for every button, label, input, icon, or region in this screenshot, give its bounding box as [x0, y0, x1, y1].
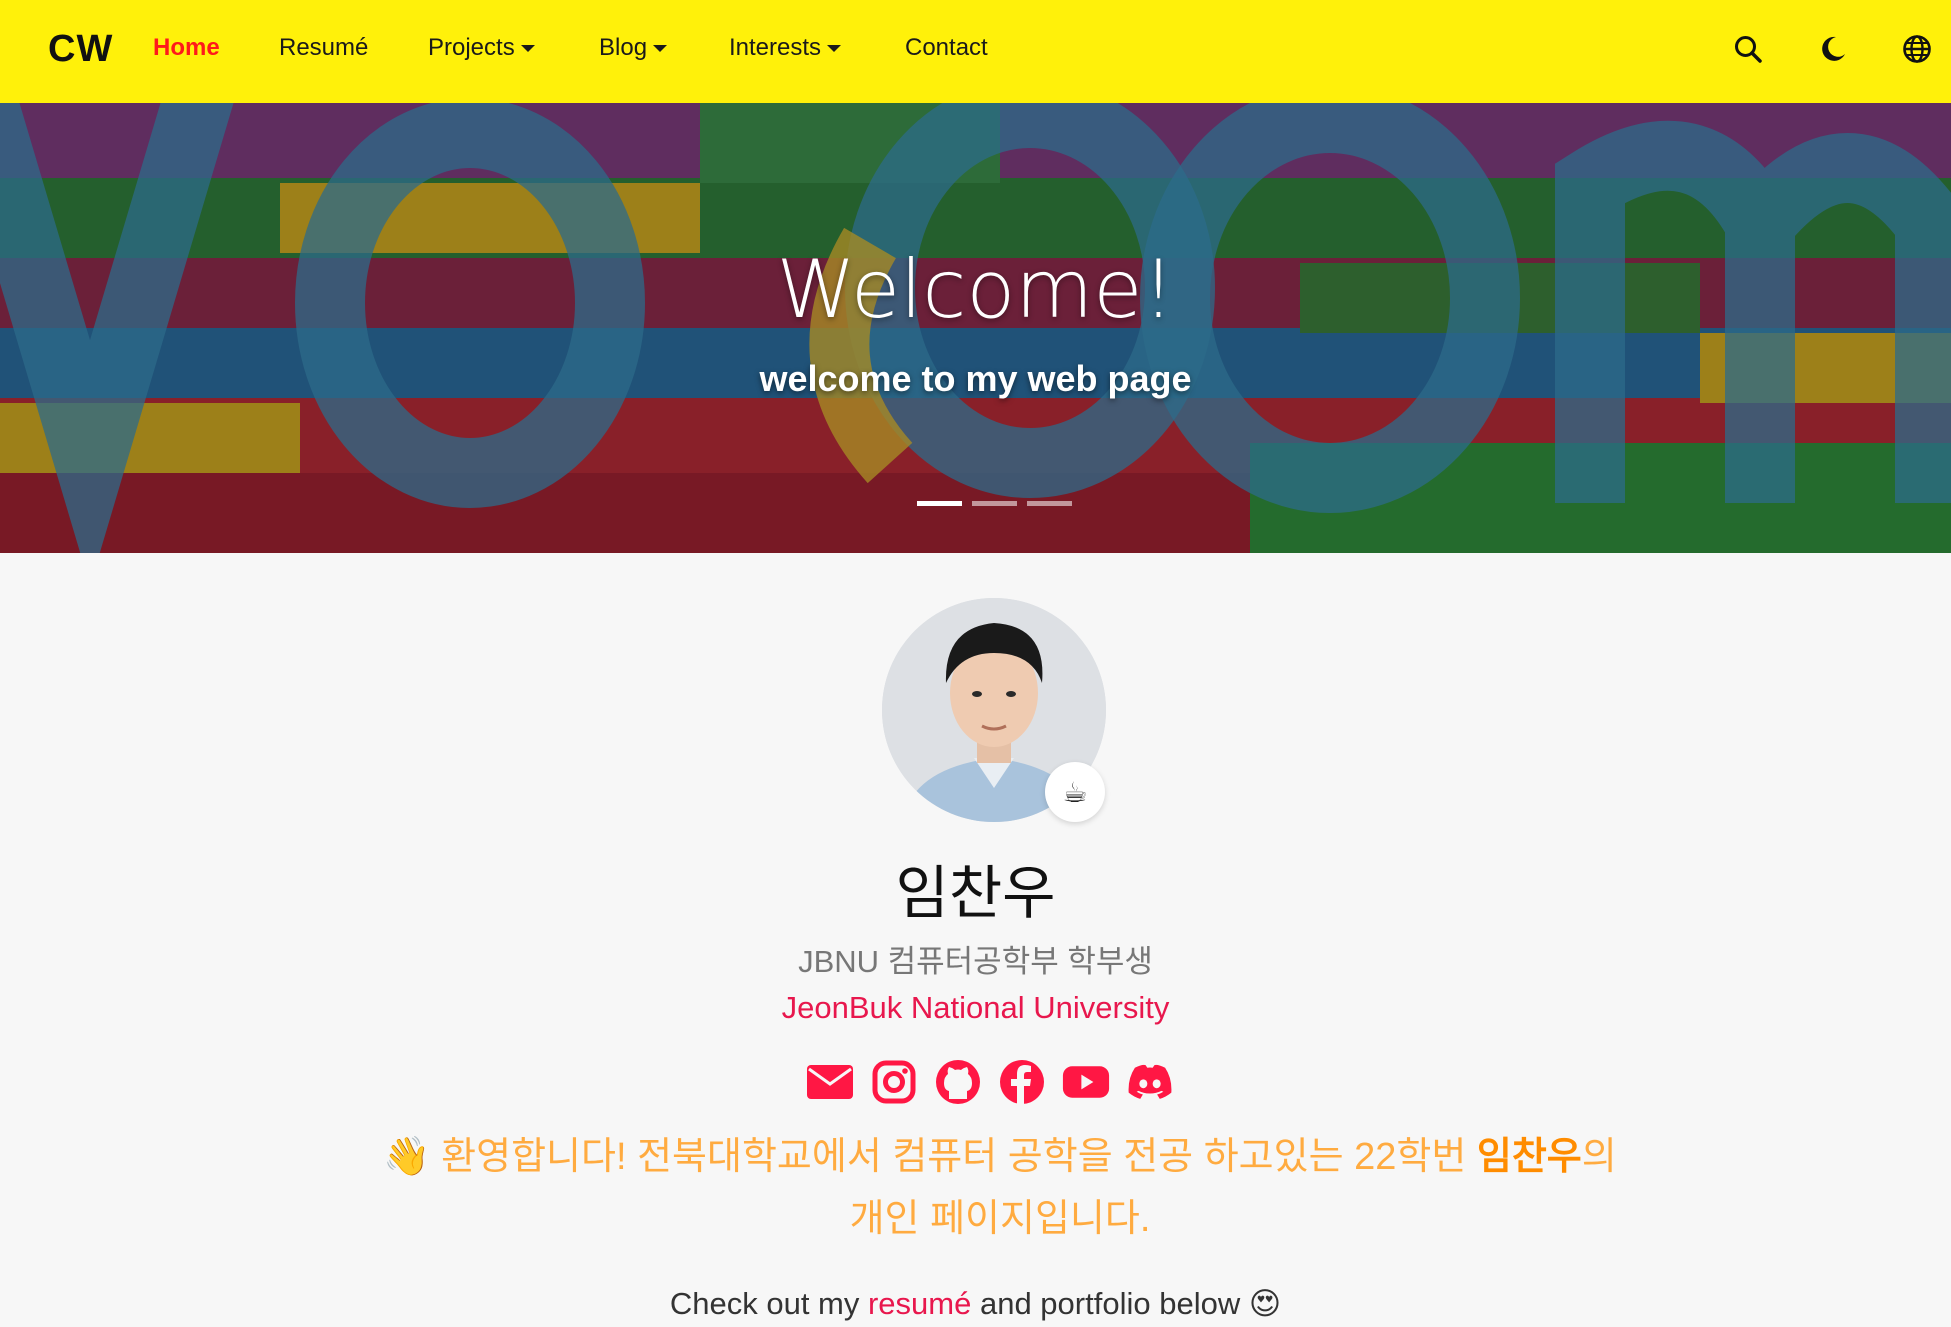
nav-resume[interactable]: Resumé [279, 34, 368, 62]
nav-interests-label: Interests [729, 34, 822, 61]
welcome-prefix: 👋 환영합니다! 전북대학교에서 컴퓨터 공학을 전공 하고있는 22학번 [383, 1136, 1477, 1178]
nav-resume-label: Resumé [279, 34, 369, 61]
chevron-down-icon [653, 44, 668, 52]
nav-blog[interactable]: Blog [599, 34, 668, 62]
nav-home[interactable]: Home [153, 34, 220, 62]
checkout-message: Check out my resumé and portfolio below … [0, 1286, 1951, 1322]
nav-contact-label: Contact [905, 34, 988, 61]
carousel-indicators [917, 501, 1072, 506]
github-icon[interactable] [934, 1058, 982, 1106]
profile-role: JBNU 컴퓨터공학부 학부생 [798, 944, 1153, 979]
discord-icon[interactable] [1126, 1058, 1174, 1106]
moon-icon[interactable] [1818, 34, 1848, 64]
nav-contact[interactable]: Contact [905, 34, 988, 62]
youtube-icon[interactable] [1062, 1058, 1110, 1106]
search-icon[interactable] [1733, 34, 1763, 64]
email-icon[interactable] [806, 1058, 854, 1106]
nav-home-label: Home [153, 34, 220, 61]
welcome-message: 👋 환영합니다! 전북대학교에서 컴퓨터 공학을 전공 하고있는 22학번 임찬… [370, 1126, 1630, 1250]
globe-icon[interactable] [1902, 34, 1932, 64]
nav-projects[interactable]: Projects [428, 34, 535, 62]
social-links [806, 1058, 1174, 1106]
hero-carousel: Welcome! welcome to my web page [0, 103, 1951, 553]
nav-blog-label: Blog [599, 34, 648, 61]
chevron-down-icon [827, 44, 842, 52]
navbar: CW Home Resumé Projects Blog Interests C… [0, 0, 1951, 103]
profile-name: 임찬우 [895, 859, 1056, 927]
chevron-down-icon [520, 44, 535, 52]
welcome-name: 임찬우 [1476, 1136, 1582, 1178]
brand-logo[interactable]: CW [48, 28, 113, 71]
resume-link[interactable]: resumé [868, 1286, 971, 1321]
hero-subtitle: welcome to my web page [759, 358, 1192, 399]
checkout-prefix: Check out my [669, 1286, 868, 1321]
instagram-icon[interactable] [870, 1058, 918, 1106]
checkout-suffix: and portfolio below 😍 [971, 1286, 1282, 1321]
carousel-indicator[interactable] [972, 501, 1017, 506]
status-emoji: ☕ [1045, 762, 1105, 822]
nav-projects-label: Projects [428, 34, 515, 61]
carousel-indicator[interactable] [1027, 501, 1072, 506]
profile-organization[interactable]: JeonBuk National University [0, 990, 1951, 1026]
facebook-icon[interactable] [998, 1058, 1046, 1106]
nav-interests[interactable]: Interests [729, 34, 842, 62]
carousel-indicator[interactable] [917, 501, 962, 506]
hero-title: Welcome! [776, 243, 1175, 336]
